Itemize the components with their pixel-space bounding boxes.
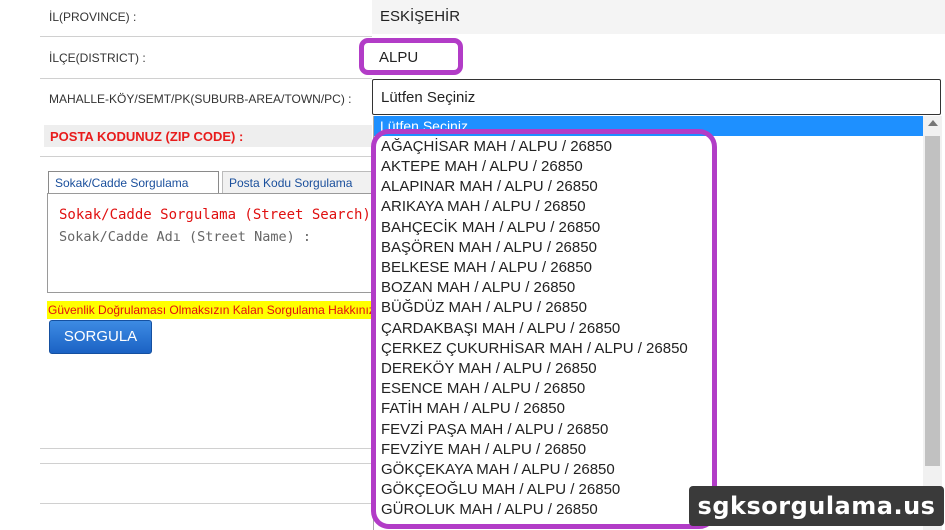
scroll-thumb[interactable] xyxy=(925,136,940,466)
row-divider xyxy=(40,463,372,464)
dropdown-scrollbar[interactable] xyxy=(923,116,942,530)
district-highlight-outline xyxy=(359,38,463,75)
row-divider xyxy=(40,448,372,449)
row-divider xyxy=(40,503,372,504)
street-name-label: Sokak/Cadde Adı (Street Name) : xyxy=(59,229,311,245)
province-label: İL(PROVINCE) : xyxy=(49,10,137,24)
list-highlight-outline xyxy=(371,129,717,529)
panel-title: Sokak/Cadde Sorgulama (Street Search) xyxy=(59,207,371,223)
tab-postcode-search[interactable]: Posta Kodu Sorgulama xyxy=(222,171,372,193)
row-divider xyxy=(40,78,372,79)
tab-street-search[interactable]: Sokak/Cadde Sorgulama xyxy=(48,171,219,193)
district-label: İLÇE(DISTRICT) : xyxy=(49,51,146,65)
province-value[interactable]: ESKİŞEHİR xyxy=(372,0,945,34)
suburb-select[interactable]: Lütfen Seçiniz xyxy=(372,79,941,115)
scroll-up-arrow-icon[interactable] xyxy=(928,120,938,126)
watermark: sgksorgulama.us xyxy=(689,486,944,526)
suburb-label: MAHALLE-KÖY/SEMT/PK(SUBURB-AREA/TOWN/PC)… xyxy=(49,92,352,106)
security-warning: Güvenlik Doğrulaması Olmaksızın Kalan So… xyxy=(47,301,372,319)
row-divider xyxy=(40,36,372,37)
row-divider xyxy=(40,156,372,157)
tab-label: Sokak/Cadde Sorgulama xyxy=(55,176,189,190)
tab-label: Posta Kodu Sorgulama xyxy=(229,176,353,190)
query-button[interactable]: SORGULA xyxy=(49,320,152,354)
zip-label: POSTA KODUNUZ (ZIP CODE) : xyxy=(50,129,244,144)
